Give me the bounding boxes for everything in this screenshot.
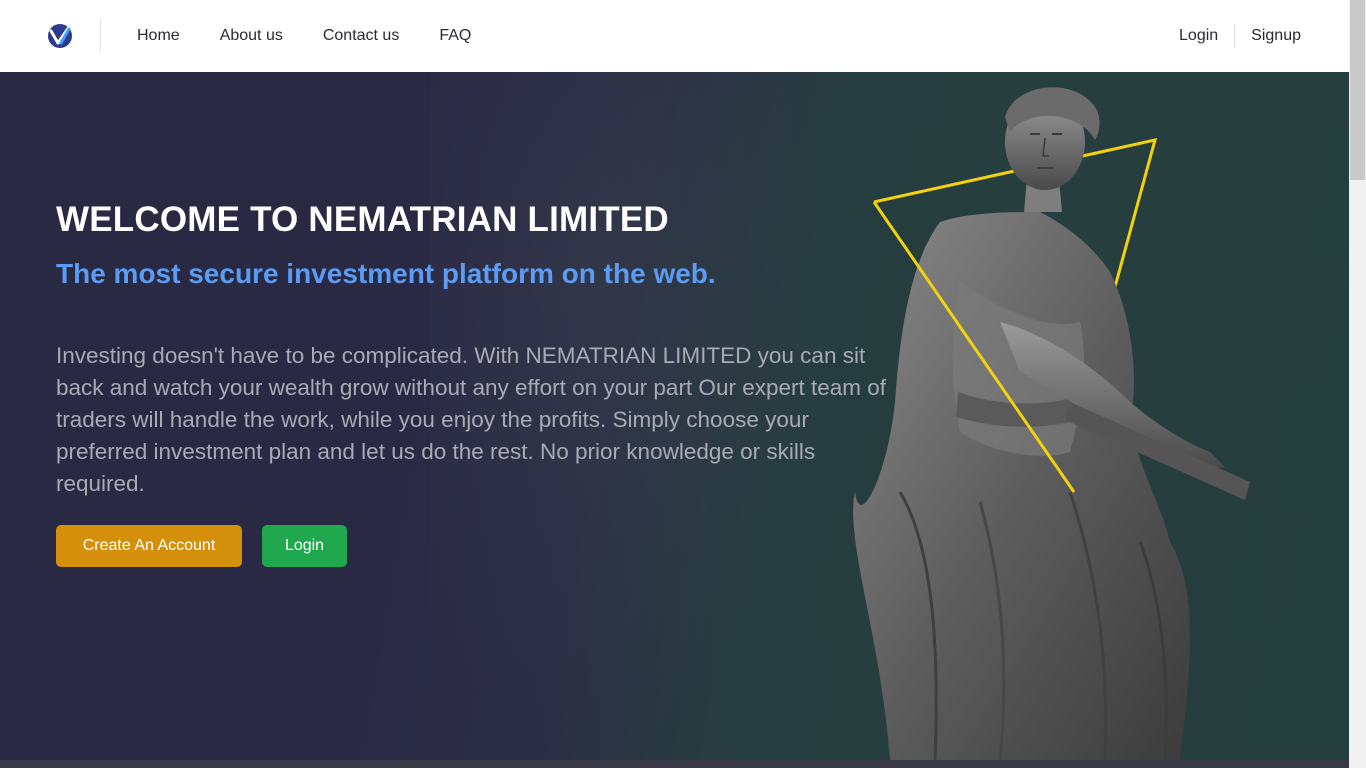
vertical-scrollbar[interactable] xyxy=(1349,0,1366,768)
scrollbar-thumb[interactable] xyxy=(1350,0,1365,180)
hero-title: WELCOME TO NEMATRIAN LIMITED xyxy=(56,200,669,239)
nav-login-link[interactable]: Login xyxy=(1179,27,1218,45)
nav-link-home[interactable]: Home xyxy=(137,27,180,45)
top-navbar: Home About us Contact us FAQ Login Signu… xyxy=(0,0,1349,72)
nav-divider xyxy=(100,18,101,52)
nav-link-contact-us[interactable]: Contact us xyxy=(323,27,399,45)
auth-links: Login Signup xyxy=(1179,0,1301,72)
hero-login-button[interactable]: Login xyxy=(262,525,347,567)
nav-link-faq[interactable]: FAQ xyxy=(439,27,471,45)
hero-subtitle: The most secure investment platform on t… xyxy=(56,258,716,289)
page-bottom-strip xyxy=(0,760,1349,768)
nav-links: Home About us Contact us FAQ xyxy=(137,0,511,72)
nav-link-about-us[interactable]: About us xyxy=(220,27,283,45)
brand-logo-icon[interactable] xyxy=(47,23,73,49)
create-account-button[interactable]: Create An Account xyxy=(56,525,242,567)
auth-divider xyxy=(1234,24,1236,48)
nav-signup-link[interactable]: Signup xyxy=(1251,27,1301,45)
hero-section: WELCOME TO NEMATRIAN LIMITED The most se… xyxy=(0,72,1349,760)
statue-image xyxy=(853,87,1250,760)
hero-description: Investing doesn't have to be complicated… xyxy=(56,343,887,496)
